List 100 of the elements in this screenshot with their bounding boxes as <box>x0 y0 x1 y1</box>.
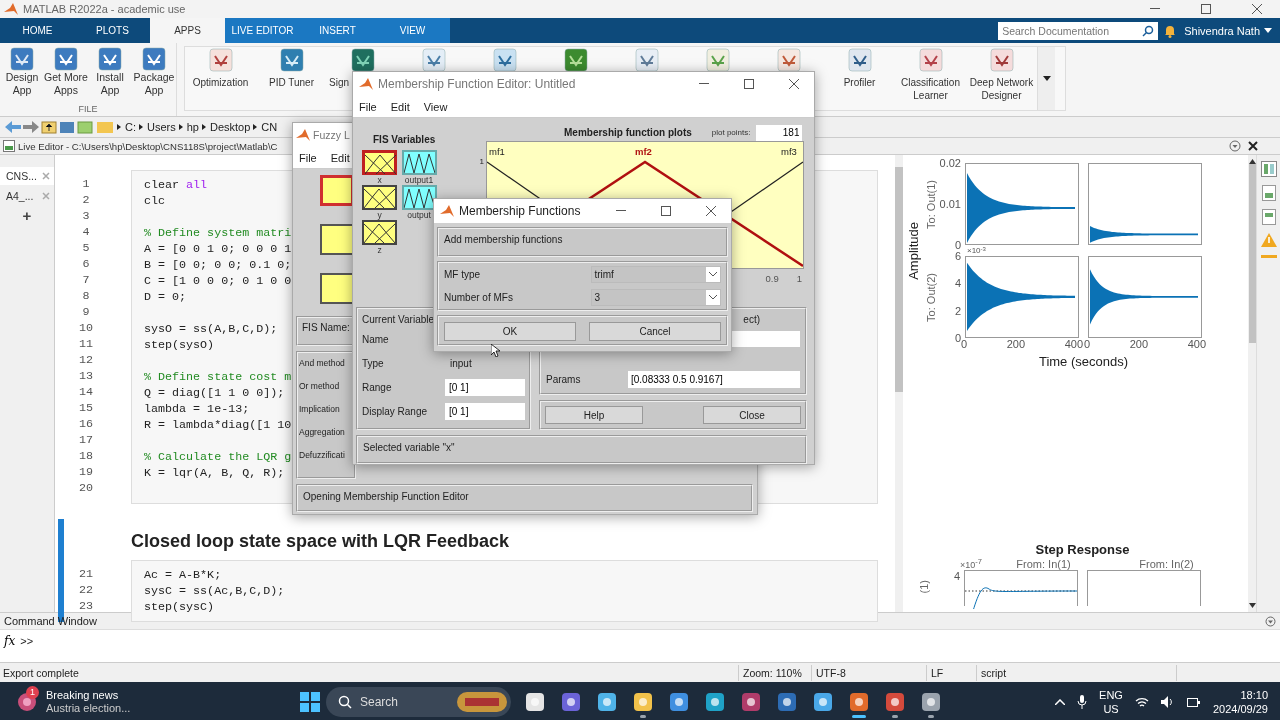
tick-label: 200 <box>1129 338 1149 352</box>
code-line: sysC = ss(Ac,B,C,D); <box>144 583 285 599</box>
code-line: % Define system matri <box>144 225 292 241</box>
tick-label: 0 <box>954 332 961 344</box>
field-label: Or method <box>299 381 340 391</box>
field-label: Aggregation <box>299 427 345 437</box>
line-number: 12 <box>78 352 94 368</box>
tick-label: 0.9 <box>765 273 779 284</box>
editor-title: Live Editor - C:\Users\hp\Desktop\CNS118S\project\Matlab\C <box>18 140 278 152</box>
window-title: Membership Functions <box>459 204 581 218</box>
code-line: lambda = 1e-13; <box>144 401 250 417</box>
curve-label: mf1 <box>489 146 505 157</box>
line-number: 3 <box>81 208 91 224</box>
code-line: C = [1 0 0 0; 0 1 0 0 <box>144 273 292 289</box>
line-number: 13 <box>78 368 94 384</box>
line-number: 11 <box>78 336 94 352</box>
group-label: FILE <box>77 104 99 116</box>
line-number: 1 <box>81 176 91 192</box>
tick-label: 6 <box>954 250 961 262</box>
line-number: 8 <box>81 288 91 304</box>
line-number: 15 <box>78 400 94 416</box>
tick-label: 400 <box>1064 338 1083 352</box>
chart-title: Step Response <box>1034 542 1131 557</box>
code-line: Q = diag([1 1 0 0]); <box>144 385 285 401</box>
status-message: Selected variable "x" <box>363 442 455 453</box>
field-label: FIS Name: <box>302 322 350 333</box>
code-line: R = lambda*diag([1 10 <box>144 417 292 433</box>
field-label: Implication <box>299 404 340 414</box>
tick-label: 0 <box>961 338 968 352</box>
line-number: 9 <box>81 304 91 320</box>
axis-label: To: Out(2) <box>925 272 937 322</box>
field-label: plot points: <box>711 128 751 137</box>
field-label: Range <box>362 381 393 393</box>
code-line: Ac = A-B*K; <box>144 567 222 583</box>
curve-label: mf2 <box>635 146 652 157</box>
line-number: 10 <box>78 320 94 336</box>
field-label: Name <box>362 333 390 345</box>
code-line: K = lqr(A, B, Q, R); <box>144 465 285 481</box>
status-message: Opening Membership Function Editor <box>303 491 469 502</box>
code-line: A = [0 0 1 0; 0 0 0 1 <box>144 241 292 257</box>
section-heading: Closed loop state space with LQR Feedback <box>131 531 511 552</box>
section-label: FIS Variables <box>373 134 436 145</box>
status-field: UTF-8 <box>811 664 926 681</box>
panel-title: Current Variable <box>362 314 435 325</box>
code-line: B = [0 0; 0 0; 0.1 0; <box>144 257 292 273</box>
code-line: sysO = ss(A,B,C,D); <box>144 321 278 337</box>
code-line: clear all <box>144 177 208 193</box>
field-label: Display Range <box>362 405 429 417</box>
status-field: LF <box>926 664 976 681</box>
tick-label: 2 <box>954 304 961 317</box>
line-number: 4 <box>81 224 91 240</box>
tick-label: 4 <box>953 570 960 582</box>
code-line: clc <box>144 193 166 209</box>
line-number: 5 <box>81 240 91 256</box>
status-field: Zoom: 110% <box>738 664 811 681</box>
code-line: D = 0; <box>144 289 187 305</box>
axis-label: Time (seconds) <box>1037 354 1130 370</box>
curve-label: mf3 <box>781 146 797 157</box>
tick-label: 400 <box>1187 338 1206 352</box>
chart-title: Membership function plots <box>564 127 692 138</box>
code-line: % Calculate the LQR g <box>144 449 292 465</box>
field-label: And method <box>299 358 345 368</box>
axis-label: From: In(2) <box>1138 558 1195 570</box>
line-number: 21 <box>78 566 94 582</box>
panel-title: ect) <box>743 314 760 325</box>
tick-label: 0.02 <box>939 157 961 169</box>
window-title: MATLAB R2022a - academic use <box>23 3 186 15</box>
tick-label: 1 <box>479 157 484 166</box>
axis-exponent: ×10$^{-3}$ <box>967 246 986 255</box>
panel-title: Add membership functions <box>444 234 563 245</box>
line-number: 14 <box>78 384 94 400</box>
line-number: 7 <box>81 272 91 288</box>
tick-label: 200 <box>1006 338 1026 352</box>
field-label: Number of MFs <box>444 291 514 303</box>
tick-label: 0 <box>954 239 961 251</box>
tick-label: 0.01 <box>939 198 961 210</box>
line-number: 22 <box>78 582 94 598</box>
line-number: 19 <box>78 464 94 480</box>
window-title: Fuzzy L <box>313 129 350 141</box>
field-label: Params <box>546 374 582 385</box>
line-number: 6 <box>81 256 91 272</box>
tick-label: 4 <box>954 277 961 290</box>
status-field: script <box>976 664 1176 681</box>
notification-badge: 1 <box>26 686 39 699</box>
code-line: step(sysC) <box>144 599 215 615</box>
line-number: 17 <box>78 432 94 448</box>
field-label: Defuzzificati <box>299 450 345 460</box>
axis-label: From: In(1) <box>1015 558 1072 570</box>
line-number: 2 <box>81 192 91 208</box>
tick-label: 1 <box>796 273 802 284</box>
axis-exponent: ×10$^{-7}$ <box>960 557 982 570</box>
field-label: MF type <box>444 269 482 281</box>
axis-label: Amplitude <box>905 221 921 280</box>
code-line: step(sysO) <box>144 337 215 353</box>
status-message: Export complete <box>2 666 80 679</box>
field-value: input <box>450 357 472 369</box>
axis-label: To: Out(1) <box>925 179 937 229</box>
window-title: Membership Function Editor: Untitled <box>378 77 576 91</box>
news-subtitle: Austria election... <box>46 702 131 715</box>
code-line: % Define state cost m <box>144 369 292 385</box>
